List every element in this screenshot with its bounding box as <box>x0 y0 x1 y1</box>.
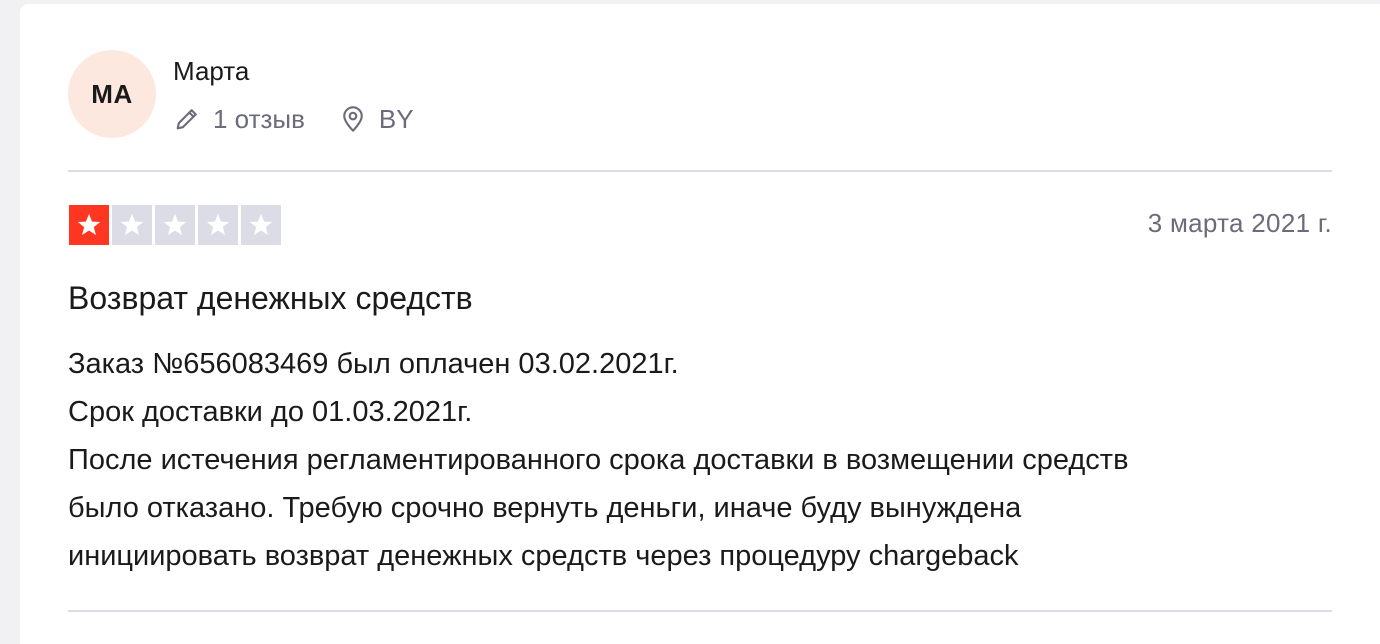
review-body-line: После истечения регламентированного срок… <box>68 444 1129 476</box>
star-empty-icon <box>241 205 281 245</box>
review-body-line: инициировать возврат денежных средств че… <box>68 540 1019 572</box>
avatar[interactable]: MA <box>68 50 156 138</box>
review-title[interactable]: Возврат денежных средств <box>68 280 473 317</box>
star-empty-icon <box>155 205 195 245</box>
star-empty-icon <box>112 205 152 245</box>
reviewer-name[interactable]: Марта <box>173 56 249 87</box>
review-body-line: Срок доставки до 01.03.2021г. <box>68 396 473 428</box>
star-empty-icon <box>198 205 238 245</box>
pencil-icon <box>173 105 201 133</box>
review-body-line: Заказ №656083469 был оплачен 03.02.2021г… <box>68 348 679 380</box>
review-body-line: было отказано. Требую срочно вернуть ден… <box>68 492 1022 524</box>
star-rating <box>69 205 284 245</box>
reviewer-country: BY <box>378 103 414 134</box>
star-filled-icon <box>69 205 109 245</box>
review-body: Заказ №656083469 был оплачен 03.02.2021г… <box>68 340 1338 580</box>
reviews-count-label: 1 отзыв <box>213 103 305 134</box>
reviewer-location: BY <box>339 104 414 135</box>
location-pin-icon <box>339 105 367 133</box>
divider <box>68 170 1332 172</box>
divider <box>68 610 1332 612</box>
review-date: 3 марта 2021 г. <box>1147 208 1332 238</box>
reviewer-meta: 1 отзыв BY <box>173 102 414 136</box>
reviews-count: 1 отзыв <box>173 104 305 135</box>
review-card: MA Марта 1 отзыв BY 3 марта 2021 г. Возв… <box>20 4 1380 644</box>
